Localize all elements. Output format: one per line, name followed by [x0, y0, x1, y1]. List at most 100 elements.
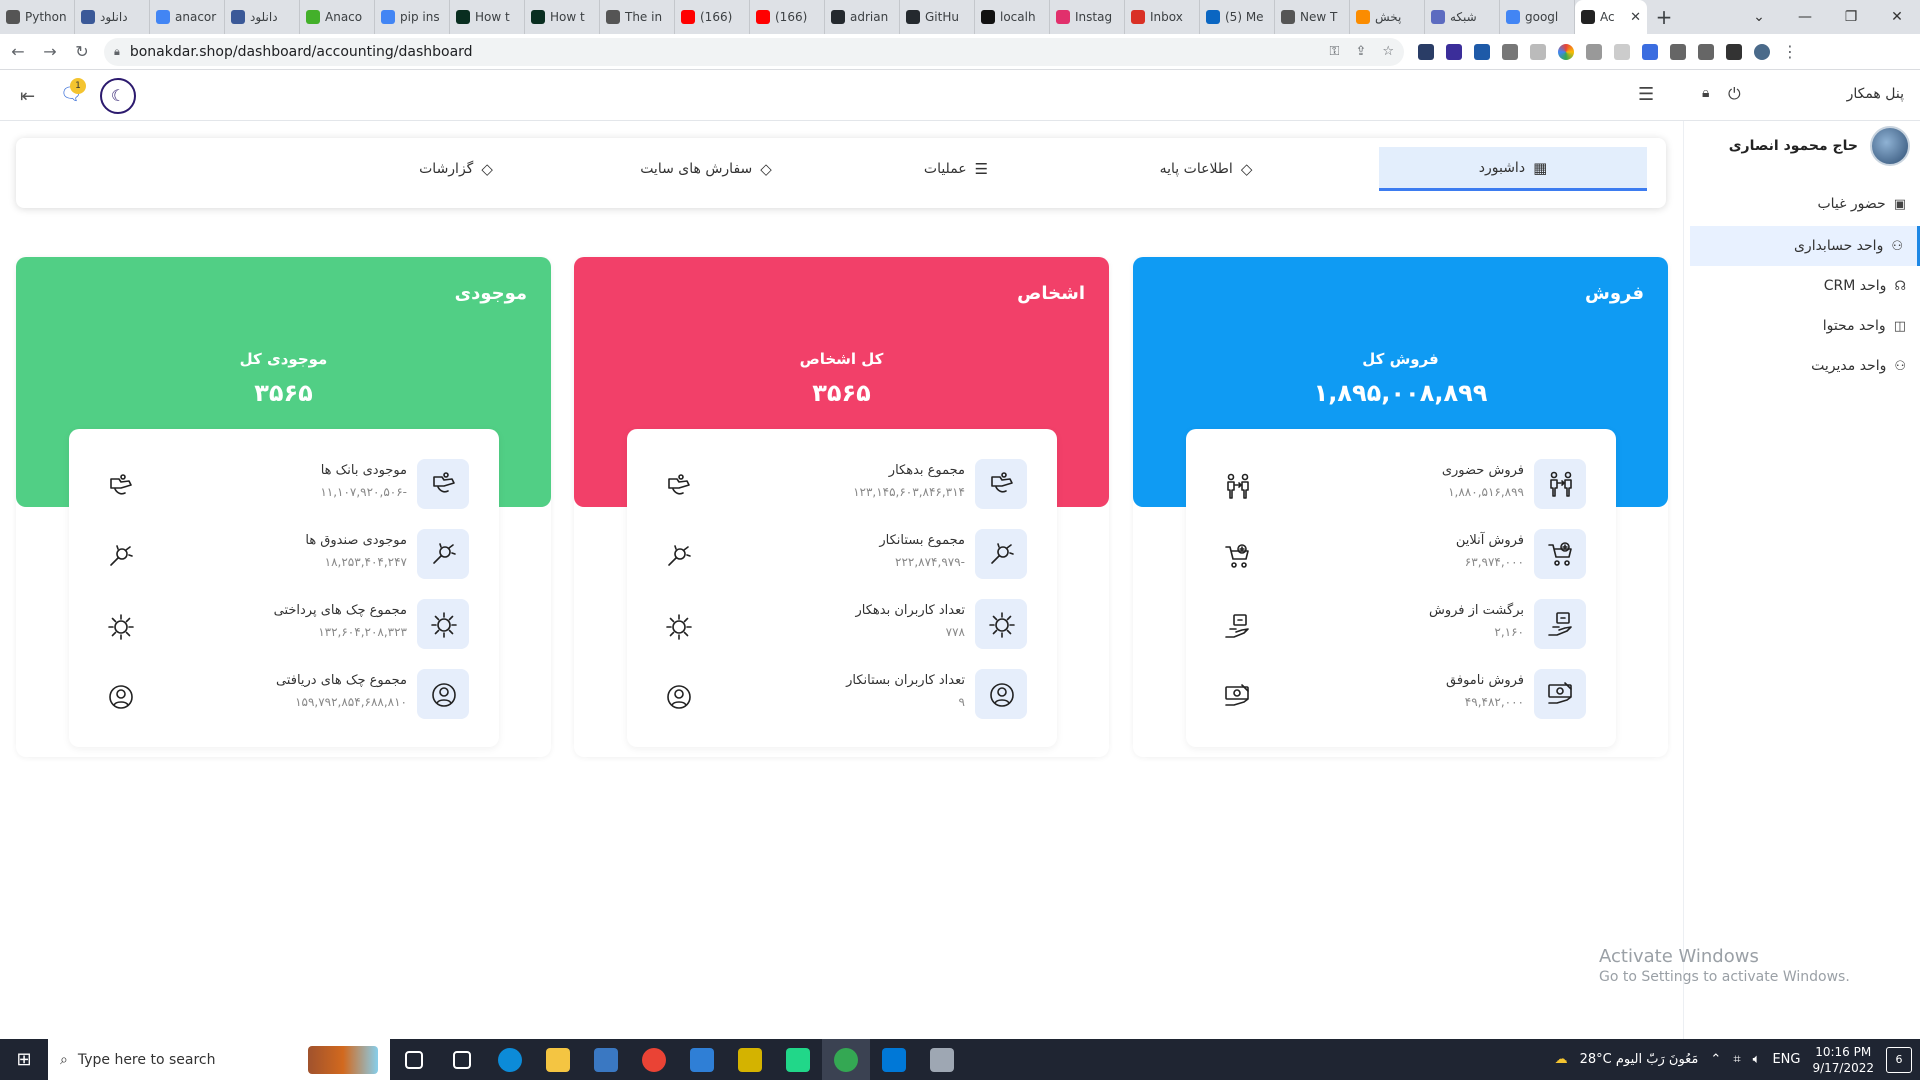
browser-tab[interactable]: pip ins: [375, 0, 450, 34]
user-profile[interactable]: حاج محمود انصاری: [1729, 126, 1910, 166]
browser-tab[interactable]: GitHu: [900, 0, 975, 34]
minimize-button[interactable]: —: [1782, 9, 1828, 25]
weather-icon[interactable]: ☁: [1555, 1052, 1568, 1067]
back-icon[interactable]: ←: [4, 42, 32, 61]
browser-tab[interactable]: googl: [1500, 0, 1575, 34]
sidebar-item-content[interactable]: ◫ واحد محتوا: [1690, 306, 1920, 346]
browser-tab[interactable]: (166): [675, 0, 750, 34]
browser-tab[interactable]: (166): [750, 0, 825, 34]
browser-tab[interactable]: How t: [450, 0, 525, 34]
browser-tab[interactable]: Anaco: [300, 0, 375, 34]
reload-icon[interactable]: ↻: [68, 42, 96, 61]
extension-icon[interactable]: [1418, 43, 1434, 60]
share-icon[interactable]: ⇪: [1355, 44, 1366, 59]
side-panel-icon[interactable]: [1726, 43, 1742, 60]
stat-row[interactable]: تعداد کاربران بدهکار ۷۷۸: [627, 599, 1057, 659]
windows-start-icon[interactable]: ⊞: [0, 1049, 48, 1070]
browser-tab[interactable]: Instag: [1050, 0, 1125, 34]
stat-row[interactable]: فروش حضوری ۱,۸۸۰,۵۱۶,۸۹۹: [1186, 459, 1616, 519]
browser-tab[interactable]: Inbox: [1125, 0, 1200, 34]
browser-tab[interactable]: Python: [0, 0, 75, 34]
logout-icon[interactable]: ⇤: [20, 86, 35, 107]
extension-icon[interactable]: [1474, 43, 1490, 60]
browser-tab[interactable]: شبکه: [1425, 0, 1500, 34]
url-text[interactable]: bonakdar.shop/dashboard/accounting/dashb…: [130, 44, 473, 60]
tab-search-icon[interactable]: ⌄: [1736, 9, 1782, 25]
reading-list-icon[interactable]: [1698, 43, 1714, 60]
maximize-button[interactable]: ❐: [1828, 9, 1874, 25]
browser-tab[interactable]: دانلود: [75, 0, 150, 34]
stat-row[interactable]: تعداد کاربران بستانکار ۹: [627, 669, 1057, 729]
stat-row[interactable]: مجموع چک های دریافتی ۱۵۹,۷۹۲,۸۵۴,۶۸۸,۸۱۰: [69, 669, 499, 729]
taskbar-pycharm-icon[interactable]: [774, 1039, 822, 1080]
avatar[interactable]: [1870, 126, 1910, 166]
sidebar-item-attendance[interactable]: ▣ حضور غیاب: [1690, 184, 1920, 224]
stat-row[interactable]: موجودی بانک ها -۱۱,۱۰۷,۹۲۰,۵۰۶: [69, 459, 499, 519]
browser-tab[interactable]: adrian: [825, 0, 900, 34]
network-icon[interactable]: ⌗: [1733, 1052, 1740, 1067]
extension-icon[interactable]: [1502, 43, 1518, 60]
weather-text[interactable]: 28°C مَعُونَ رَبّ الیوم: [1580, 1052, 1699, 1067]
taskbar-search-box[interactable]: ⌕ Type here to search: [48, 1039, 390, 1080]
lock-screen-icon[interactable]: 🔒︎: [1702, 85, 1709, 101]
stat-row[interactable]: مجموع چک های پرداختی ۱۳۲,۶۰۴,۲۰۸,۳۲۳: [69, 599, 499, 659]
stat-row[interactable]: فروش ناموفق ۴۹,۴۸۲,۰۰۰: [1186, 669, 1616, 729]
close-tab-icon[interactable]: ✕: [1630, 10, 1641, 25]
tab-operations[interactable]: ☰ عملیات: [856, 147, 1056, 191]
notification-center-icon[interactable]: 6: [1886, 1046, 1912, 1073]
extension-icon[interactable]: [1614, 43, 1630, 60]
key-icon[interactable]: ⚿: [1330, 44, 1340, 59]
browser-tab[interactable]: anacor: [150, 0, 225, 34]
stat-row[interactable]: موجودی صندوق ها ۱۸,۲۵۳,۴۰۴,۲۴۷: [69, 529, 499, 589]
taskbar-widgets-icon[interactable]: [438, 1039, 486, 1080]
kebab-menu-icon[interactable]: ⋮: [1782, 43, 1798, 60]
taskbar-explorer-icon[interactable]: [534, 1039, 582, 1080]
sidebar-item-management[interactable]: ⚇ واحد مدیریت: [1690, 346, 1920, 386]
profile-avatar-icon[interactable]: [1754, 43, 1770, 60]
taskbar-edge-icon[interactable]: [486, 1039, 534, 1080]
taskbar-store-icon[interactable]: [582, 1039, 630, 1080]
stat-row[interactable]: برگشت از فروش ۲,۱۶۰: [1186, 599, 1616, 659]
menu-list-icon[interactable]: ☰: [1638, 84, 1654, 105]
extension-icon[interactable]: [1446, 43, 1462, 60]
new-tab-button[interactable]: +: [1647, 5, 1681, 29]
taskbar-app-yellow-icon[interactable]: [726, 1039, 774, 1080]
taskbar-vscode-icon[interactable]: [870, 1039, 918, 1080]
browser-tab[interactable]: localh: [975, 0, 1050, 34]
taskbar-chrome-icon[interactable]: [630, 1039, 678, 1080]
browser-tab[interactable]: پخش: [1350, 0, 1425, 34]
browser-tab[interactable]: (5) Me: [1200, 0, 1275, 34]
address-bar[interactable]: 🔒︎ bonakdar.shop/dashboard/accounting/da…: [104, 37, 1404, 66]
taskbar-paint-icon[interactable]: [918, 1039, 966, 1080]
clock[interactable]: 10:16 PM 9/17/2022: [1812, 1044, 1874, 1076]
tab-dashboard[interactable]: ▦ داشبورد: [1379, 147, 1647, 191]
tab-reports[interactable]: ◇ گزارشات: [356, 147, 556, 191]
extension-icon[interactable]: [1530, 43, 1546, 60]
chevron-up-icon[interactable]: ⌃: [1710, 1052, 1721, 1067]
power-icon[interactable]: ⏻: [1728, 84, 1741, 104]
stat-row[interactable]: مجموع بدهکار ۱۲۳,۱۴۵,۶۰۳,۸۴۶,۳۱۴: [627, 459, 1057, 519]
volume-icon[interactable]: 🔈︎: [1753, 1052, 1761, 1067]
extension-icon[interactable]: [1642, 43, 1658, 60]
bookmark-star-icon[interactable]: ☆: [1382, 44, 1394, 59]
sidebar-item-crm[interactable]: ☊ واحد CRM: [1690, 266, 1920, 306]
browser-tab[interactable]: دانلود: [225, 0, 300, 34]
forward-icon[interactable]: →: [36, 42, 64, 61]
extension-icon[interactable]: [1586, 43, 1602, 60]
stat-row[interactable]: مجموع بستانکار -۲۲۲,۸۷۴,۹۷۹: [627, 529, 1057, 589]
browser-tab[interactable]: The in: [600, 0, 675, 34]
taskbar-mail-icon[interactable]: [678, 1039, 726, 1080]
extension-icon[interactable]: [1558, 43, 1574, 60]
taskbar-chrome-active-icon[interactable]: [822, 1039, 870, 1080]
tab-basic-info[interactable]: ◇ اطلاعات پایه: [1106, 147, 1306, 191]
puzzle-icon[interactable]: [1670, 43, 1686, 60]
tab-site-orders[interactable]: ◇ سفارش های سایت: [606, 147, 806, 191]
stat-row[interactable]: فروش آنلاین ۶۳,۹۷۴,۰۰۰: [1186, 529, 1616, 589]
theme-toggle-moon-icon[interactable]: ☾: [100, 78, 136, 114]
close-window-button[interactable]: ✕: [1874, 9, 1920, 25]
browser-tab[interactable]: Ac ✕: [1575, 0, 1647, 34]
taskbar-task-view-icon[interactable]: [390, 1039, 438, 1080]
language-indicator[interactable]: ENG: [1772, 1052, 1800, 1067]
sidebar-item-accounting[interactable]: ⚇ واحد حسابداری: [1690, 226, 1920, 266]
browser-tab[interactable]: New T: [1275, 0, 1350, 34]
